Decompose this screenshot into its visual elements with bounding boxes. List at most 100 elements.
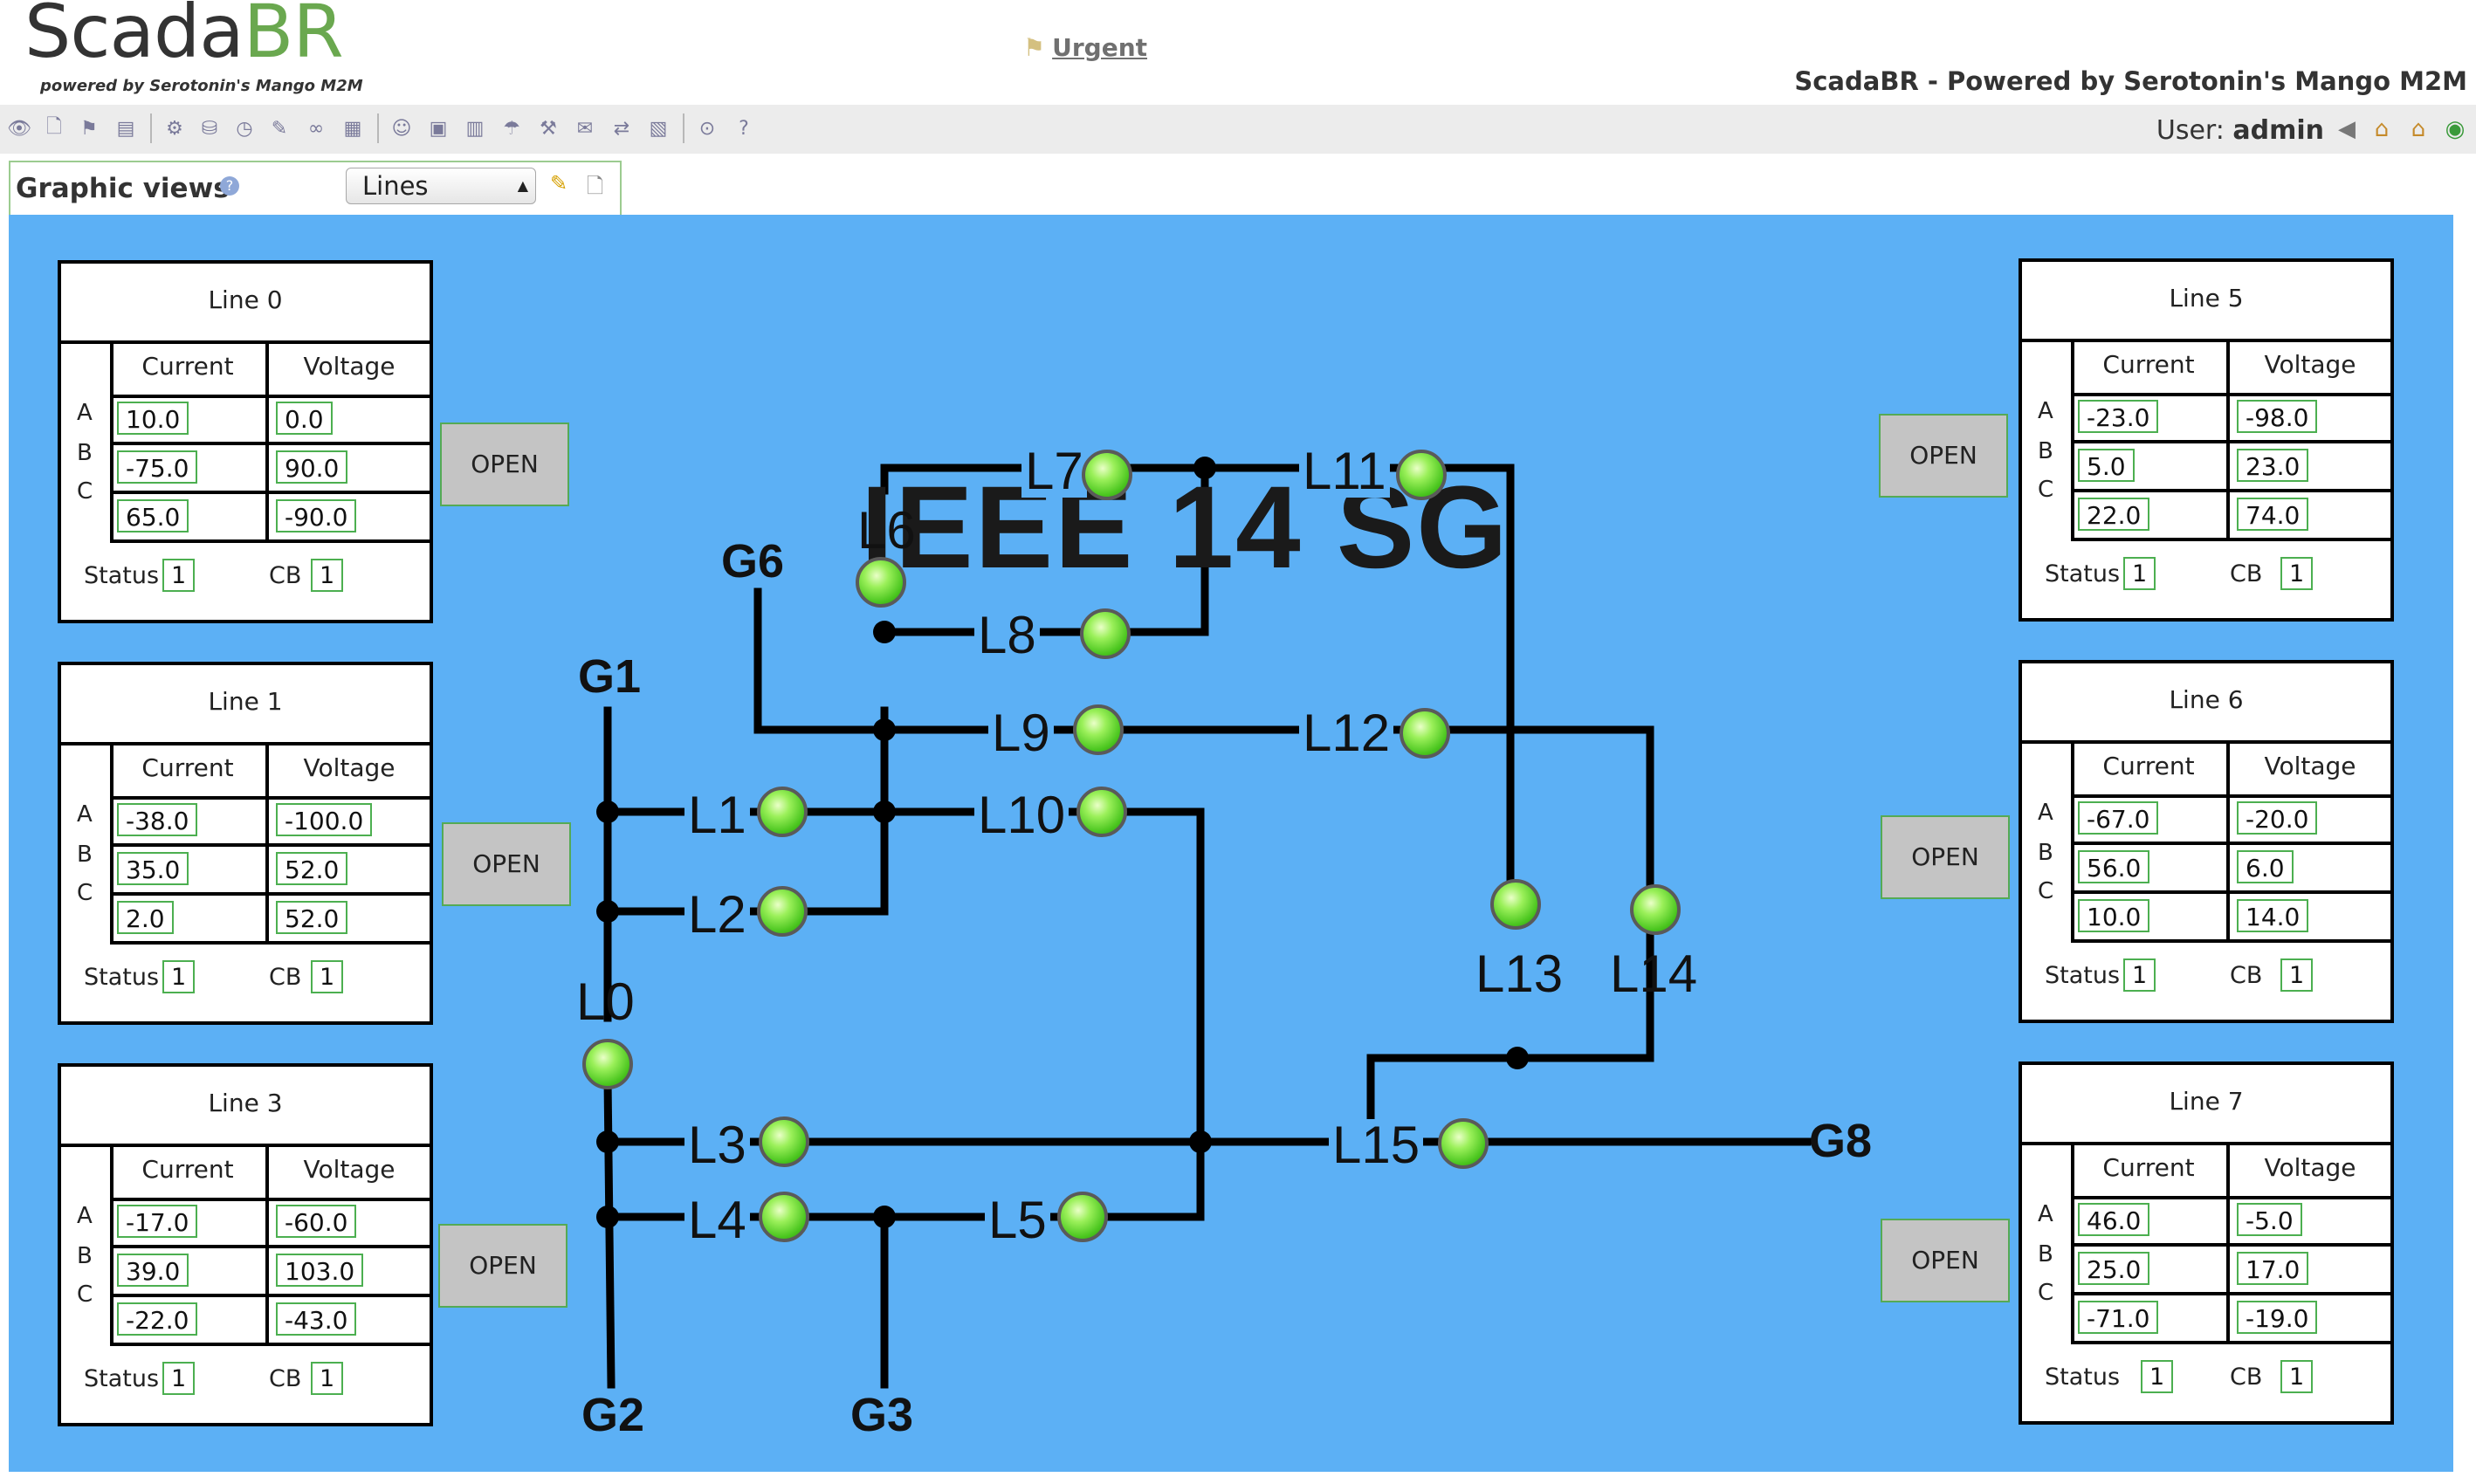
led-l14[interactable] <box>1630 884 1681 935</box>
led-l6[interactable] <box>856 557 906 608</box>
tools-icon[interactable]: ⚒ <box>536 116 561 141</box>
line-panel: Line 5 A B C Current Voltage -23.0 -98.0… <box>2019 258 2394 622</box>
led-l4[interactable] <box>759 1192 809 1242</box>
bus-node <box>873 1206 896 1228</box>
led-l10[interactable] <box>1076 787 1127 837</box>
led-l2[interactable] <box>757 886 808 937</box>
set-home-icon[interactable]: ⌂ <box>2404 115 2432 143</box>
bus-node <box>1506 1047 1529 1069</box>
led-l11[interactable] <box>1396 450 1447 500</box>
urgent-label: Urgent <box>1052 33 1148 62</box>
help-icon[interactable]: ? <box>732 116 756 141</box>
phase-label: C <box>77 1281 93 1308</box>
edit-view-icon[interactable]: ✎ <box>550 171 574 196</box>
phase-label: B <box>77 1243 93 1269</box>
led-l15[interactable] <box>1438 1118 1489 1169</box>
publishers-icon[interactable]: ⇄ <box>609 116 634 141</box>
panel-title: Line 3 <box>61 1067 430 1147</box>
column-header-voltage: Voltage <box>269 742 430 800</box>
users-icon[interactable]: ☺ <box>389 116 414 141</box>
user-profiles-icon[interactable]: ▣ <box>426 116 450 141</box>
voltage-value: -20.0 <box>2237 801 2318 835</box>
compound-events-icon[interactable]: ✎ <box>267 116 292 141</box>
voltage-value: -90.0 <box>276 499 357 532</box>
point-links-icon[interactable]: ∞ <box>304 116 328 141</box>
led-l0[interactable] <box>582 1039 633 1089</box>
line-label-l8: L8 <box>974 609 1040 662</box>
bus-node <box>596 800 619 823</box>
voltage-value: 103.0 <box>276 1254 364 1287</box>
scripts-icon[interactable]: ▦ <box>340 116 365 141</box>
phase-label: A <box>2038 1201 2053 1227</box>
led-l8[interactable] <box>1080 608 1131 659</box>
status-label: Status <box>2045 1364 2121 1391</box>
voltage-value: 90.0 <box>276 450 348 484</box>
open-button-line-6[interactable]: OPEN <box>1881 815 2010 899</box>
voltage-value: 14.0 <box>2237 899 2309 932</box>
line-label-l6: L6 <box>857 501 916 560</box>
bus-node <box>873 800 896 823</box>
line-label-l14: L14 <box>1610 945 1698 1003</box>
new-document-icon[interactable]: 🗋 <box>42 116 66 141</box>
urgent-link[interactable]: ⚑ Urgent <box>1023 33 1147 62</box>
status-value: 1 <box>2123 557 2156 590</box>
line-label-l12: L12 <box>1299 707 1394 759</box>
scheduled-events-icon[interactable]: ◷ <box>232 116 257 141</box>
system-settings-icon[interactable]: ▧ <box>646 116 671 141</box>
phase-labels: A B C <box>2022 740 2074 941</box>
generator-label-g3: G3 <box>850 1389 914 1441</box>
logout-icon[interactable]: ⊙ <box>695 116 719 141</box>
line-label-l5: L5 <box>985 1194 1050 1247</box>
status-label: Status <box>84 964 160 991</box>
line-panel: Line 3 A B C Current Voltage -17.0 -60.0… <box>58 1063 433 1426</box>
voltage-value: 6.0 <box>2237 850 2294 883</box>
voltage-value: 23.0 <box>2237 449 2309 482</box>
home-icon[interactable]: ⌂ <box>2368 115 2396 143</box>
led-l3[interactable] <box>759 1116 809 1167</box>
sound-icon[interactable]: ◀ <box>2333 115 2361 143</box>
status-value: 1 <box>162 960 196 993</box>
data-points-icon[interactable]: ⛁ <box>197 116 222 141</box>
open-button-line-1[interactable]: OPEN <box>442 822 571 906</box>
mailing-lists-icon[interactable]: ✉ <box>573 116 597 141</box>
cb-label: CB <box>2230 962 2263 989</box>
led-l9[interactable] <box>1073 704 1124 755</box>
column-header-voltage: Voltage <box>2230 339 2390 396</box>
line-l10-wire <box>1035 807 1205 1146</box>
current-value: 25.0 <box>2078 1252 2150 1285</box>
status-label: Status <box>84 1365 160 1392</box>
phase-label: B <box>77 440 93 466</box>
voltage-value: -43.0 <box>276 1302 357 1336</box>
open-button-line-3[interactable]: OPEN <box>438 1224 567 1308</box>
help-icon[interactable]: ? <box>220 176 239 196</box>
column-header-current: Current <box>2071 740 2230 798</box>
alarms-icon[interactable]: ⚑ <box>77 116 101 141</box>
column-header-current: Current <box>110 1144 269 1201</box>
open-button-line-5[interactable]: OPEN <box>1879 414 2008 498</box>
voltage-value: 0.0 <box>276 402 333 435</box>
watch-list-icon[interactable]: 👁 <box>7 116 31 141</box>
cb-value: 1 <box>311 559 344 592</box>
led-l1[interactable] <box>757 787 808 837</box>
phase-label: C <box>77 478 93 505</box>
open-button-line-0[interactable]: OPEN <box>440 423 569 506</box>
current-value: -75.0 <box>117 450 198 484</box>
open-button-line-7[interactable]: OPEN <box>1881 1219 2010 1302</box>
data-sources-icon[interactable]: ⚙ <box>162 116 187 141</box>
led-l5[interactable] <box>1057 1192 1108 1242</box>
panel-title: Line 1 <box>61 665 430 745</box>
new-view-icon[interactable]: 🗋 <box>587 171 611 198</box>
led-l13[interactable] <box>1490 879 1541 930</box>
reports-icon[interactable]: ▤ <box>113 116 138 141</box>
status-label: Status <box>84 562 160 589</box>
globe-icon[interactable]: ◉ <box>2441 115 2469 143</box>
line-panel: Line 6 A B C Current Voltage -67.0 -20.0… <box>2019 660 2394 1023</box>
view-select[interactable]: Lines▲▼ <box>346 168 536 229</box>
phase-label: B <box>2038 1241 2053 1268</box>
column-header-current: Current <box>110 742 269 800</box>
maintenance-icon[interactable]: ☂ <box>499 116 524 141</box>
led-l7[interactable] <box>1082 450 1132 500</box>
led-l12[interactable] <box>1400 708 1450 759</box>
sql-icon[interactable]: ▥ <box>463 116 487 141</box>
current-value: 39.0 <box>117 1254 189 1287</box>
